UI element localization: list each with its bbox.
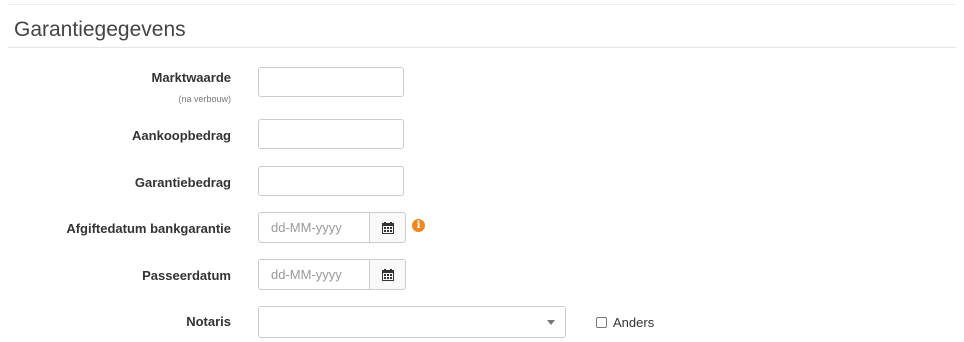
garantiegegevens-form: Garantiegegevens Marktwaarde (na verbouw… [0,0,964,342]
passeerdatum-calendar-button[interactable] [369,259,406,290]
anders-checkbox-group[interactable]: Anders [596,315,654,330]
caret-down-icon [547,320,555,325]
info-icon[interactable]: i [412,219,425,232]
afgiftedatum-input[interactable] [258,212,369,243]
aankoopbedrag-label: Aankoopbedrag [132,128,231,143]
section-title: Garantiegegevens [14,18,186,41]
garantiebedrag-label: Garantiebedrag [134,175,231,190]
top-divider [8,4,956,5]
marktwaarde-label: Marktwaarde [151,70,231,85]
passeerdatum-datepicker [258,259,406,290]
title-divider [8,47,956,48]
calendar-icon [381,268,394,281]
passeerdatum-label: Passeerdatum [142,268,231,283]
aankoopbedrag-input[interactable] [258,119,404,149]
afgiftedatum-datepicker [258,212,406,243]
notaris-label: Notaris [186,314,231,329]
marktwaarde-input[interactable] [258,67,404,97]
calendar-icon [381,221,394,234]
notaris-select[interactable] [258,306,566,338]
anders-label[interactable]: Anders [613,315,654,330]
afgiftedatum-label: Afgiftedatum bankgarantie [66,221,231,236]
garantiebedrag-input[interactable] [258,166,404,196]
passeerdatum-input[interactable] [258,259,369,290]
afgiftedatum-calendar-button[interactable] [369,212,406,243]
marktwaarde-sublabel: (na verbouw) [178,94,231,104]
anders-checkbox[interactable] [596,317,607,328]
